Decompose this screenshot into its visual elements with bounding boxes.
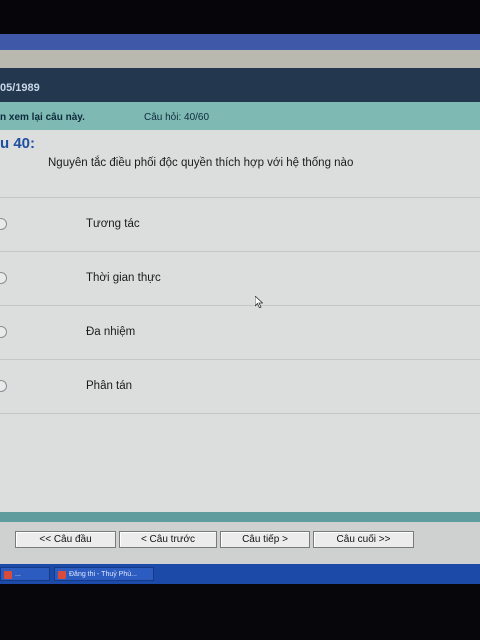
monitor-bezel-top [0,0,480,34]
answer-option-1[interactable]: Tương tác [0,197,480,251]
radio-button-icon[interactable] [0,326,7,338]
answer-option-3[interactable]: Đa nhiệm [0,305,480,359]
question-number: u 40: [0,135,36,152]
answer-option-label: Tương tác [86,218,140,230]
answer-option-2[interactable]: Thời gian thực [0,251,480,305]
answer-option-label: Phân tán [86,380,133,392]
info-bar: n xem lại câu này. Câu hỏi: 40/60 [0,102,480,130]
header-date: 05/1989 [0,82,40,94]
app-icon [4,571,12,579]
radio-button-icon[interactable] [0,272,7,284]
monitor-bezel-bottom [0,584,480,640]
review-notice: n xem lại câu này. [0,112,85,123]
app-icon [58,571,66,579]
answer-option-label: Đa nhiệm [86,326,136,338]
taskbar-item-label: ... [15,571,21,578]
answer-area-divider [0,413,480,466]
radio-button-icon[interactable] [0,218,7,230]
question-counter: Câu hỏi: 40/60 [144,112,210,123]
next-question-button[interactable]: Câu tiếp > [220,531,310,548]
answer-option-label: Thời gian thực [86,272,161,284]
taskbar-item[interactable]: ... [0,567,50,581]
question-text: Nguyên tắc điều phối độc quyền thích hợp… [48,157,354,169]
answer-option-4[interactable]: Phân tán [0,359,480,413]
first-question-button[interactable]: << Câu đầu [15,531,116,548]
panel-footer-strip [0,512,480,522]
window-title-strip [0,34,480,50]
taskbar: ... Đăng thi - Thuỷ Phù... [0,564,480,584]
window-toolbar-strip [0,50,480,68]
mouse-pointer-icon [255,296,263,308]
radio-button-icon[interactable] [0,380,7,392]
question-panel: u 40: Nguyên tắc điều phối độc quyền thí… [0,130,480,512]
exam-header: 05/1989 [0,68,480,102]
previous-question-button[interactable]: < Câu trước [119,531,217,548]
navigation-bar: << Câu đầu < Câu trước Câu tiếp > Câu cu… [0,522,480,564]
last-question-button[interactable]: Câu cuối >> [313,531,414,548]
taskbar-item-label: Đăng thi - Thuỷ Phù... [69,571,137,578]
taskbar-item-exam[interactable]: Đăng thi - Thuỷ Phù... [54,567,154,581]
